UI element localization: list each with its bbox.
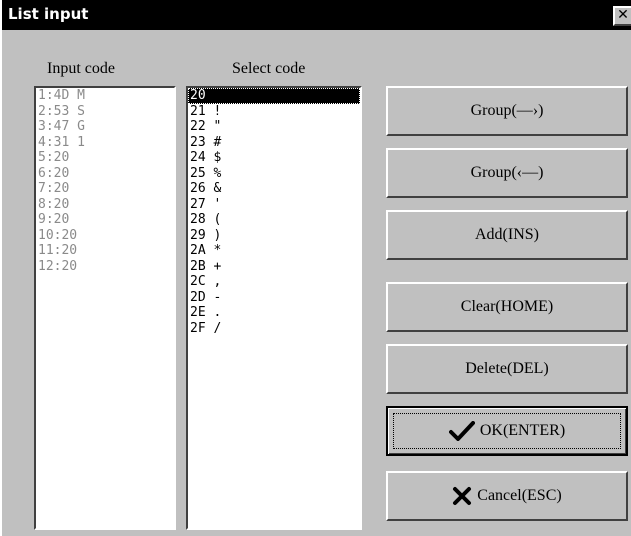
- list-item[interactable]: 7:20: [36, 181, 174, 197]
- group-back-label: Group(‹—): [470, 164, 544, 181]
- list-item[interactable]: 25 %: [188, 166, 360, 182]
- list-item[interactable]: 3:47 G: [36, 119, 174, 135]
- list-item[interactable]: 22 ": [188, 119, 360, 135]
- list-item[interactable]: 21 !: [188, 104, 360, 120]
- list-item[interactable]: 26 &: [188, 181, 360, 197]
- list-item[interactable]: 29 ): [188, 228, 360, 244]
- list-item[interactable]: 10:20: [36, 228, 174, 244]
- group-forward-label: Group(—›): [470, 102, 544, 119]
- list-item[interactable]: 2B +: [188, 259, 360, 275]
- focus-rectangle: [393, 413, 621, 449]
- list-item[interactable]: 4:31 1: [36, 135, 174, 151]
- window-title: List input: [8, 5, 89, 23]
- list-item[interactable]: 1:4D M: [36, 88, 174, 104]
- add-button[interactable]: Add(INS): [386, 210, 628, 260]
- list-item[interactable]: 28 (: [188, 212, 360, 228]
- x-icon: [452, 486, 472, 506]
- cancel-button[interactable]: Cancel(ESC): [386, 471, 628, 521]
- list-item[interactable]: 5:20: [36, 150, 174, 166]
- select-code-list[interactable]: 20 21 ! 22 " 23 #24 $25 % 26 & 27 ' 28 (29 ) 2A…: [186, 86, 362, 530]
- list-item[interactable]: 23 #: [188, 135, 360, 151]
- list-item[interactable]: 2E .: [188, 305, 360, 321]
- delete-label: Delete(DEL): [465, 360, 549, 377]
- list-item[interactable]: 20: [188, 88, 360, 104]
- list-item[interactable]: 12:20: [36, 259, 174, 275]
- list-item[interactable]: 2D -: [188, 290, 360, 306]
- cancel-label: Cancel(ESC): [477, 487, 562, 504]
- delete-button[interactable]: Delete(DEL): [386, 344, 628, 394]
- list-item[interactable]: 2:53 S: [36, 104, 174, 120]
- list-input-dialog: List input ✕ Input code Select code 1:4D…: [0, 0, 631, 536]
- list-item[interactable]: 2A *: [188, 243, 360, 259]
- list-item[interactable]: 9:20: [36, 212, 174, 228]
- list-item[interactable]: 11:20: [36, 243, 174, 259]
- add-label: Add(INS): [475, 226, 539, 243]
- input-code-label: Input code: [47, 60, 115, 77]
- group-forward-button[interactable]: Group(—›): [386, 86, 628, 136]
- list-item[interactable]: 24 $: [188, 150, 360, 166]
- title-bar: List input ✕: [2, 0, 631, 30]
- group-back-button[interactable]: Group(‹—): [386, 148, 628, 198]
- list-item[interactable]: 6:20: [36, 166, 174, 182]
- ok-button[interactable]: OK(ENTER): [386, 406, 628, 456]
- clear-label: Clear(HOME): [460, 298, 554, 315]
- list-item[interactable]: 8:20: [36, 197, 174, 213]
- close-button[interactable]: ✕: [613, 6, 631, 26]
- input-code-list[interactable]: 1:4D M 2:53 S 3:47 G 4:31 1 5:20 6:20 7:20 8:20…: [34, 86, 176, 530]
- list-item[interactable]: 2F /: [188, 321, 360, 337]
- select-code-label: Select code: [232, 60, 306, 77]
- list-item[interactable]: 27 ': [188, 197, 360, 213]
- clear-button[interactable]: Clear(HOME): [386, 282, 628, 332]
- list-item[interactable]: 2C ,: [188, 274, 360, 290]
